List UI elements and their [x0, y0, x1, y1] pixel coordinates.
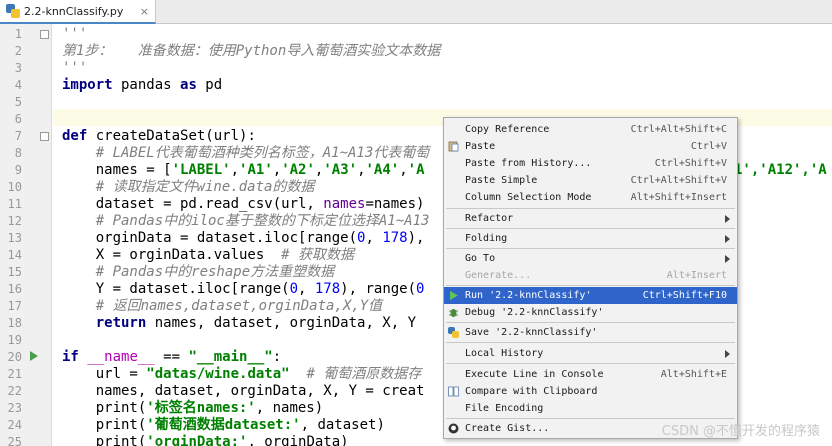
- line-number: 7: [14, 129, 22, 143]
- python-icon: [448, 327, 459, 338]
- line-number: 6: [14, 112, 22, 126]
- line-number: 12: [7, 214, 22, 228]
- menu-item-compare-with-clipboard[interactable]: Compare with Clipboard: [444, 383, 737, 400]
- menu-separator: [446, 322, 735, 323]
- editor-context-menu: Copy Reference Ctrl+Alt+Shift+C Paste Ctrl…: [443, 117, 738, 439]
- compare-icon: [448, 386, 459, 397]
- menu-item-column-selection-mode[interactable]: Column Selection Mode Alt+Shift+Insert: [444, 189, 737, 206]
- code-line-22: names, dataset, orginData, X, Y = creat: [62, 383, 425, 399]
- menu-item-paste[interactable]: Paste Ctrl+V: [444, 138, 737, 155]
- menu-item-run[interactable]: Run '2.2-knnClassify' Ctrl+Shift+F10: [444, 287, 737, 304]
- line-number: 13: [7, 231, 22, 245]
- code-line-2: 第1步： 准备数据：使用Python导入葡萄酒实验文本数据: [62, 43, 441, 59]
- clipboard-icon: [448, 141, 459, 152]
- code-line-8: # LABEL代表葡萄酒种类列名标签，A1~A13代表葡萄: [62, 145, 430, 161]
- code-line-16: Y = dataset.iloc[range(0, 178), range(0: [62, 281, 425, 297]
- menu-separator: [446, 285, 735, 286]
- menu-item-copy-reference[interactable]: Copy Reference Ctrl+Alt+Shift+C: [444, 121, 737, 138]
- menu-separator: [446, 208, 735, 209]
- github-icon: [448, 423, 459, 434]
- submenu-arrow-icon: [725, 255, 730, 263]
- tab-2.2-knnclassify[interactable]: 2.2-knnClassify.py ×: [0, 0, 156, 24]
- line-number: 5: [14, 95, 22, 109]
- line-number: 21: [7, 367, 22, 381]
- menu-separator: [446, 342, 735, 343]
- code-line-25: print('orginData:', orginData): [62, 434, 349, 446]
- fold-marker-icon[interactable]: [40, 132, 49, 141]
- code-line-17: # 返回names,dataset,orginData,X,Y值: [62, 298, 383, 314]
- line-number-gutter: 1 2 3 4 5 6 7 8 9 10 11 12 13 14 15 16 1…: [0, 24, 52, 446]
- submenu-arrow-icon: [725, 215, 730, 223]
- code-line-4: import pandas as pd: [62, 77, 223, 93]
- line-number: 24: [7, 418, 22, 432]
- fold-marker-icon[interactable]: [40, 30, 49, 39]
- code-line-23: print('标签名names:', names): [62, 400, 324, 416]
- code-line-13: orginData = dataset.iloc[range(0, 178),: [62, 230, 425, 246]
- code-line-9: names = ['LABEL','A1','A2','A3','A4','A: [62, 162, 425, 178]
- menu-separator: [446, 418, 735, 419]
- code-line-10: # 读取指定文件wine.data的数据: [62, 179, 315, 195]
- line-number: 14: [7, 248, 22, 262]
- menu-item-local-history[interactable]: Local History: [444, 345, 737, 362]
- watermark: CSDN @不懂开发的程序猿: [661, 424, 820, 439]
- code-line-24: print('葡萄酒数据dataset:', dataset): [62, 417, 385, 433]
- line-number: 2: [14, 44, 22, 58]
- code-line-14: X = orginData.values # 获取数据: [62, 247, 355, 263]
- line-number: 4: [14, 78, 22, 92]
- code-line-15: # Pandas中的reshape方法重塑数据: [62, 264, 335, 280]
- menu-item-go-to[interactable]: Go To: [444, 250, 737, 267]
- line-number: 3: [14, 61, 22, 75]
- submenu-arrow-icon: [725, 235, 730, 243]
- debug-bug-icon: [449, 309, 458, 317]
- menu-item-save[interactable]: Save '2.2-knnClassify': [444, 324, 737, 341]
- line-number: 8: [14, 146, 22, 160]
- line-number: 18: [7, 316, 22, 330]
- menu-item-folding[interactable]: Folding: [444, 230, 737, 247]
- code-line-11: dataset = pd.read_csv(url, names=names): [62, 196, 425, 212]
- menu-item-execute-line-in-console[interactable]: Execute Line in Console Alt+Shift+E: [444, 366, 737, 383]
- menu-separator: [446, 248, 735, 249]
- code-line-21: url = "datas/wine.data" # 葡萄酒原数据存: [62, 366, 422, 382]
- code-line-7: def createDataSet(url):: [62, 128, 256, 144]
- line-number: 11: [7, 197, 22, 211]
- python-file-icon: [6, 4, 20, 18]
- menu-item-paste-simple[interactable]: Paste Simple Ctrl+Alt+Shift+V: [444, 172, 737, 189]
- code-line-3: ''': [62, 60, 88, 76]
- close-icon[interactable]: ×: [140, 5, 149, 18]
- editor-tab-bar: 2.2-knnClassify.py ×: [0, 0, 832, 24]
- menu-item-paste-from-history[interactable]: Paste from History... Ctrl+Shift+V: [444, 155, 737, 172]
- line-number: 25: [7, 435, 22, 446]
- submenu-arrow-icon: [725, 350, 730, 358]
- code-line-9-tail: 1','A12','A: [734, 162, 827, 178]
- line-number: 22: [7, 384, 22, 398]
- code-line-12: # Pandas中的iloc基于整数的下标定位选择A1~A13: [62, 213, 430, 229]
- line-number: 23: [7, 401, 22, 415]
- menu-separator: [446, 363, 735, 364]
- menu-item-generate[interactable]: Generate... Alt+Insert: [444, 267, 737, 284]
- line-number: 9: [14, 163, 22, 177]
- run-icon: [450, 291, 458, 300]
- code-line-20: if __name__ == "__main__":: [62, 349, 282, 365]
- line-number: 19: [7, 333, 22, 347]
- line-number: 17: [7, 299, 22, 313]
- line-number: 1: [14, 27, 22, 41]
- line-number: 15: [7, 265, 22, 279]
- code-line-18: return names, dataset, orginData, X, Y: [62, 315, 417, 331]
- menu-item-refactor[interactable]: Refactor: [444, 210, 737, 227]
- menu-item-debug[interactable]: Debug '2.2-knnClassify': [444, 304, 737, 321]
- menu-separator: [446, 228, 735, 229]
- run-gutter-icon[interactable]: [30, 351, 38, 361]
- line-number: 20: [7, 350, 22, 364]
- line-number: 16: [7, 282, 22, 296]
- tab-title: 2.2-knnClassify.py: [24, 4, 124, 18]
- line-number: 10: [7, 180, 22, 194]
- menu-item-file-encoding[interactable]: File Encoding: [444, 400, 737, 417]
- code-line-1: ''': [62, 26, 88, 42]
